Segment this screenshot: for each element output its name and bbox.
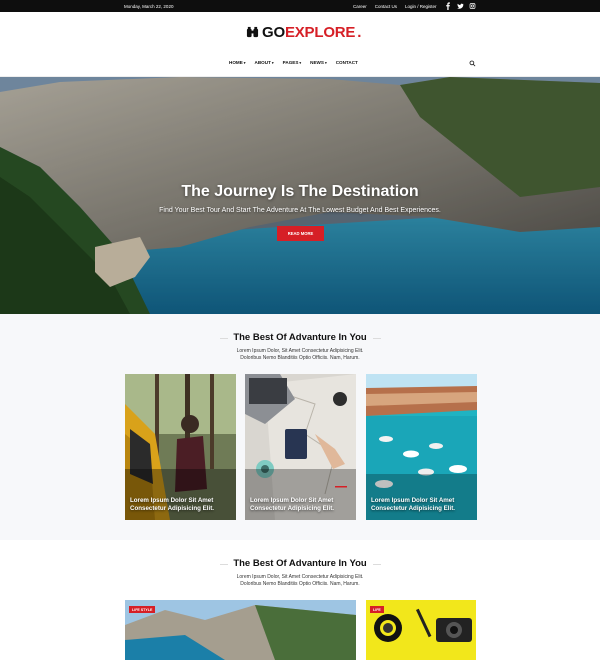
chevron-down-icon: ▾ [271,60,274,65]
site-logo[interactable]: GO EXPLORE . [246,22,361,42]
section1-desc-line2: Doloribus Nemo Blanditiis Optio Officiis… [240,355,360,361]
title-divider-right [373,338,381,339]
adventure-card[interactable]: Lorem Ipsum Dolor Sit Amet Consectetur A… [125,374,236,520]
brand-name-part1: GO [262,23,285,41]
nav-pages-label: PAGES [282,60,299,65]
title-divider-right [373,564,381,565]
hero-subtitle: Find Your Best Tour And Start The Advent… [159,207,441,214]
card-title-line2: Consectetur Adipisicing Elit. [130,505,214,513]
social-links [445,2,476,10]
date-text: Monday, March 22, 2020 [124,3,174,9]
binoculars-icon [246,26,259,37]
career-link[interactable]: Career [353,4,367,9]
adventure-card[interactable]: Lorem Ipsum Dolor Sit Amet Consectetur A… [245,374,356,520]
top-links: Career Contact Us Login / Register [353,4,437,9]
chevron-down-icon: ▾ [299,60,302,65]
category-tag[interactable]: LIFE [370,606,384,613]
read-more-button[interactable]: READ MORE [277,226,324,241]
hero-title: The Journey Is The Destination [181,183,419,200]
section1-desc-line1: Lorem Ipsum Dolor, Sit Amet Consectetur … [236,348,364,354]
card-title-line2: Consectetur Adipisicing Elit. [371,505,455,513]
category-tag[interactable]: LIFE STYLE [129,606,156,613]
chevron-down-icon: ▾ [324,60,327,65]
blog-image-cliffs [125,600,356,660]
nav-about-label: ABOUT [254,60,271,65]
blog-card-large[interactable] [125,600,356,660]
section2-desc-line2: Doloribus Nemo Blanditiis Optio Officiis… [240,581,360,587]
brand-name-part2: EXPLORE [284,23,356,41]
section2-title: The Best Of Advanture In You [233,558,367,569]
search-icon[interactable] [469,60,476,67]
nav-contact-label: CONTACT [335,60,358,65]
nav-news-label: NEWS [310,60,324,65]
main-nav: HOME ▾ ABOUT ▾ PAGES ▾ NEWS ▾ CONTACT [229,60,358,65]
adventure-card[interactable]: Lorem Ipsum Dolor Sit Amet Consectetur A… [366,374,477,520]
facebook-icon[interactable] [445,2,451,10]
contact-us-link[interactable]: Contact Us [375,4,397,9]
nav-pages[interactable]: PAGES ▾ [283,60,302,65]
section2-desc-line1: Lorem Ipsum Dolor, Sit Amet Consectetur … [236,574,364,580]
nav-news[interactable]: NEWS ▾ [310,60,327,65]
nav-about[interactable]: ABOUT ▾ [255,60,274,65]
nav-home[interactable]: HOME ▾ [229,60,246,65]
nav-home-label: HOME [229,60,243,65]
brand-dot: . [357,23,362,41]
twitter-icon[interactable] [457,2,464,10]
section1-title: The Best Of Advanture In You [233,332,367,343]
title-divider-left [220,564,228,565]
card-title-line2: Consectetur Adipisicing Elit. [250,505,334,513]
instagram-icon[interactable] [469,2,476,10]
nav-contact[interactable]: CONTACT [336,60,358,65]
top-bar: Monday, March 22, 2020 Career Contact Us… [0,0,600,12]
chevron-down-icon: ▾ [243,60,246,65]
title-divider-left [220,338,228,339]
login-register-link[interactable]: Login / Register [405,4,437,9]
